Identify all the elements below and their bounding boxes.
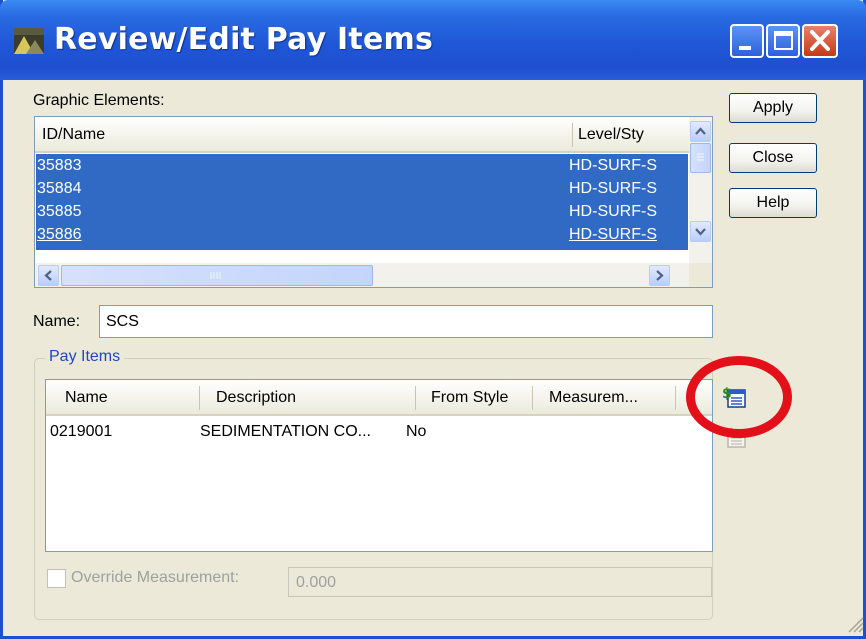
column-header-from-style[interactable]: From Style (431, 389, 508, 407)
close-window-button[interactable] (802, 24, 838, 58)
row-level: HD-SURF-S (569, 157, 657, 174)
override-measurement-label: Override Measurement: (71, 569, 240, 586)
minimize-button[interactable] (730, 24, 764, 58)
override-measurement-checkbox[interactable] (47, 569, 66, 588)
chevron-up-icon (695, 127, 706, 135)
row-level: HD-SURF-S (569, 180, 657, 197)
scrollbar-corner (689, 263, 712, 287)
vertical-scrollbar[interactable] (689, 117, 712, 263)
help-button[interactable]: Help (729, 188, 817, 218)
column-header-level-style[interactable]: Level/Sty (578, 126, 644, 144)
svg-text:$: $ (722, 386, 732, 402)
add-pay-item-icon[interactable]: $ (722, 384, 746, 408)
column-header-description[interactable]: Description (216, 389, 296, 407)
pay-item-from-style: No (406, 423, 427, 440)
name-label: Name: (33, 313, 81, 330)
table-row[interactable]: 35883 HD-SURF-S (36, 154, 688, 177)
table-row[interactable]: 35886 HD-SURF-S (36, 223, 688, 250)
horizontal-scroll-thumb[interactable] (61, 265, 373, 286)
row-level: HD-SURF-S (569, 203, 657, 220)
row-level: HD-SURF-S (569, 226, 657, 243)
close-button[interactable]: Close (729, 143, 817, 173)
window-title: Review/Edit Pay Items (54, 22, 434, 57)
pay-item-name: 0219001 (50, 423, 113, 440)
resize-grip-icon[interactable] (843, 612, 865, 634)
app-icon (14, 28, 44, 54)
column-header-name[interactable]: Name (65, 389, 108, 407)
pay-items-group-label: Pay Items (45, 348, 125, 366)
override-measurement-input[interactable]: 0.000 (288, 567, 712, 597)
scroll-right-button[interactable] (649, 265, 670, 286)
graphic-elements-list[interactable]: ID/Name Level/Sty 35883 HD-SURF-S 35884 … (34, 116, 713, 288)
title-bar[interactable]: Review/Edit Pay Items (0, 0, 866, 80)
row-id: 35884 (37, 180, 82, 197)
graphic-elements-header: ID/Name Level/Sty (35, 117, 690, 153)
row-id: 35885 (37, 203, 82, 220)
pay-item-description: SEDIMENTATION CO... (200, 423, 371, 440)
row-id: 35886 (37, 226, 82, 243)
scroll-left-button[interactable] (38, 265, 59, 286)
grip-icon (210, 272, 221, 279)
row-id: 35883 (37, 157, 82, 174)
grip-icon (697, 153, 704, 161)
horizontal-scrollbar[interactable] (35, 263, 712, 287)
column-header-id-name[interactable]: ID/Name (42, 126, 105, 144)
column-header-measurement[interactable]: Measurem... (549, 389, 638, 407)
table-row[interactable]: 35885 HD-SURF-S (36, 200, 688, 223)
pay-items-list[interactable]: Name Description From Style Measurem... … (45, 379, 713, 552)
chevron-right-icon (656, 270, 664, 281)
minimize-icon (739, 46, 751, 50)
graphic-elements-label: Graphic Elements: (33, 92, 165, 109)
table-row[interactable]: 35884 HD-SURF-S (36, 177, 688, 200)
vertical-scroll-thumb[interactable] (690, 143, 711, 173)
close-icon (810, 30, 830, 51)
chevron-down-icon (695, 228, 706, 236)
name-input[interactable]: SCS (99, 305, 713, 338)
scroll-up-button[interactable] (690, 121, 711, 142)
remove-pay-item-icon[interactable] (722, 424, 746, 448)
review-edit-pay-items-window: Review/Edit Pay Items Graphic Elements: … (0, 0, 866, 639)
scroll-down-button[interactable] (690, 221, 711, 242)
maximize-button[interactable] (766, 24, 800, 58)
maximize-icon (774, 31, 793, 50)
table-row[interactable]: 0219001 SEDIMENTATION CO... No (46, 420, 712, 444)
pay-items-header: Name Description From Style Measurem... (46, 380, 712, 416)
apply-button[interactable]: Apply (729, 93, 817, 123)
chevron-left-icon (44, 270, 52, 281)
